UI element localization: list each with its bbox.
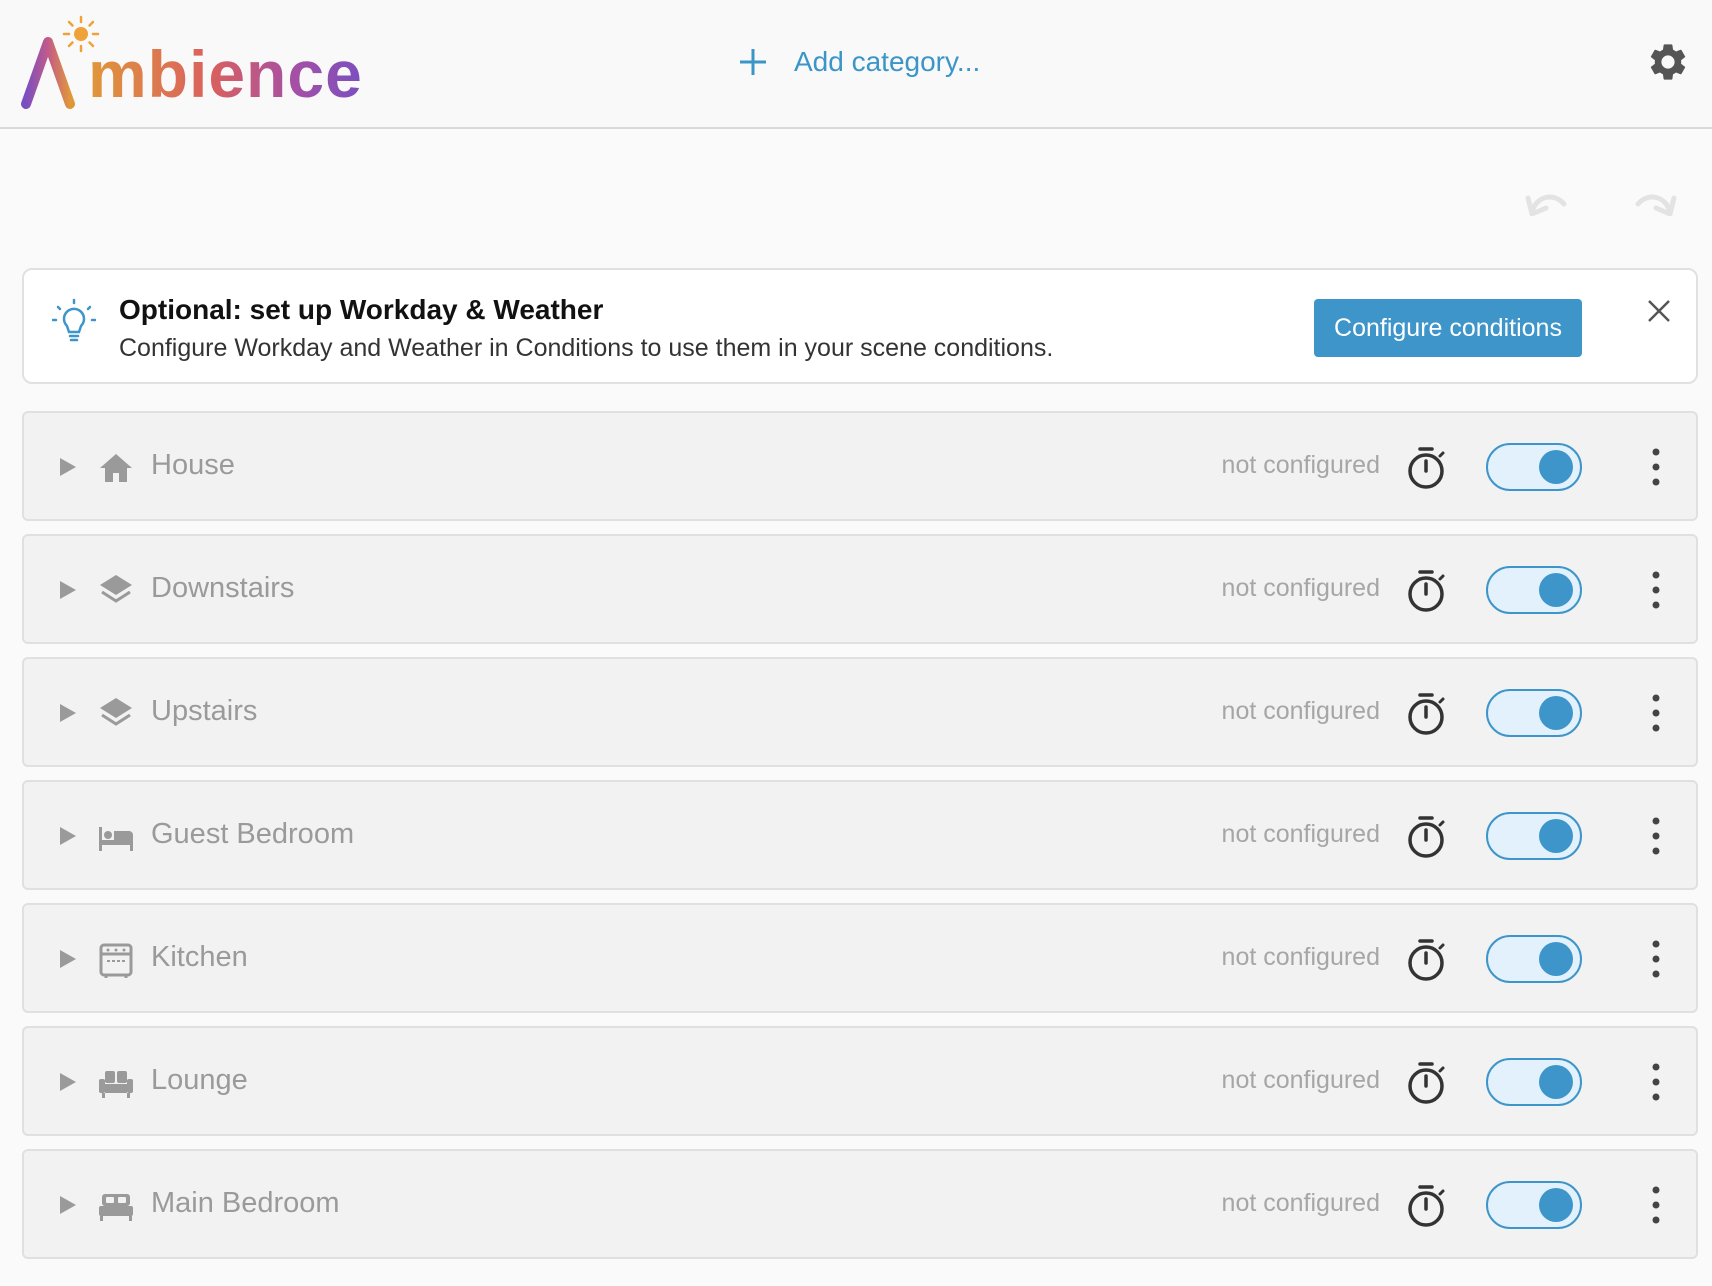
category-enable-toggle[interactable]	[1486, 1058, 1582, 1106]
category-enable-toggle[interactable]	[1486, 689, 1582, 737]
add-category-button[interactable]: Add category...	[738, 40, 980, 84]
category-status: not configured	[1221, 697, 1380, 725]
category-row[interactable]: Main Bedroom not configured	[22, 1149, 1698, 1259]
more-vert-icon[interactable]	[1646, 812, 1666, 860]
configure-conditions-button[interactable]: Configure conditions	[1314, 299, 1582, 357]
category-name: Main Bedroom	[151, 1187, 340, 1219]
toggle-knob	[1539, 1188, 1573, 1222]
top-bar: mbience Add category...	[0, 0, 1712, 129]
expand-caret-icon[interactable]	[56, 948, 78, 970]
more-vert-icon[interactable]	[1646, 689, 1666, 737]
timer-icon[interactable]	[1404, 1183, 1448, 1229]
category-row[interactable]: Upstairs not configured	[22, 657, 1698, 767]
category-row[interactable]: Downstairs not configured	[22, 534, 1698, 644]
lightbulb-icon	[52, 298, 96, 342]
more-vert-icon[interactable]	[1646, 1181, 1666, 1229]
sofa-icon	[99, 1071, 133, 1098]
more-vert-icon[interactable]	[1646, 566, 1666, 614]
close-icon[interactable]	[1644, 296, 1674, 326]
stove-icon	[99, 943, 133, 978]
category-status: not configured	[1221, 574, 1380, 602]
toggle-knob	[1539, 450, 1573, 484]
expand-caret-icon[interactable]	[56, 1194, 78, 1216]
timer-icon[interactable]	[1404, 568, 1448, 614]
category-status: not configured	[1221, 1066, 1380, 1094]
expand-caret-icon[interactable]	[56, 825, 78, 847]
category-name: Guest Bedroom	[151, 818, 355, 850]
redo-icon[interactable]	[1630, 186, 1678, 216]
category-row[interactable]: Kitchen not configured	[22, 903, 1698, 1013]
toggle-knob	[1539, 819, 1573, 853]
layers-icon	[100, 575, 132, 603]
category-enable-toggle[interactable]	[1486, 566, 1582, 614]
add-category-label: Add category...	[794, 46, 981, 77]
double-bed-icon	[99, 1194, 133, 1221]
category-name: Upstairs	[151, 695, 258, 727]
category-status: not configured	[1221, 943, 1380, 971]
more-vert-icon[interactable]	[1646, 935, 1666, 983]
logo-text: mbience	[88, 34, 363, 114]
category-enable-toggle[interactable]	[1486, 812, 1582, 860]
bed-icon	[99, 827, 133, 851]
category-status: not configured	[1221, 820, 1380, 848]
expand-caret-icon[interactable]	[56, 1071, 78, 1093]
category-enable-toggle[interactable]	[1486, 443, 1582, 491]
category-name: Downstairs	[151, 572, 295, 604]
more-vert-icon[interactable]	[1646, 1058, 1666, 1106]
timer-icon[interactable]	[1404, 937, 1448, 983]
plus-icon	[740, 49, 766, 75]
toggle-knob	[1539, 573, 1573, 607]
more-vert-icon[interactable]	[1646, 443, 1666, 491]
category-name: House	[151, 449, 235, 481]
undo-icon[interactable]	[1524, 186, 1572, 216]
expand-caret-icon[interactable]	[56, 702, 78, 724]
category-enable-toggle[interactable]	[1486, 1181, 1582, 1229]
banner-description: Configure Workday and Weather in Conditi…	[119, 334, 1054, 362]
timer-icon[interactable]	[1404, 691, 1448, 737]
category-enable-toggle[interactable]	[1486, 935, 1582, 983]
toggle-knob	[1539, 696, 1573, 730]
gear-icon[interactable]	[1646, 40, 1690, 84]
category-status: not configured	[1221, 451, 1380, 479]
logo-letter-a	[21, 37, 75, 109]
category-name: Lounge	[151, 1064, 248, 1096]
banner-title: Optional: set up Workday & Weather	[119, 294, 604, 325]
category-row[interactable]: Lounge not configured	[22, 1026, 1698, 1136]
expand-caret-icon[interactable]	[56, 456, 78, 478]
category-name: Kitchen	[151, 941, 248, 973]
category-row[interactable]: Guest Bedroom not configured	[22, 780, 1698, 890]
timer-icon[interactable]	[1404, 445, 1448, 491]
layers-icon	[100, 698, 132, 726]
home-icon	[100, 454, 132, 482]
toggle-knob	[1539, 1065, 1573, 1099]
toggle-knob	[1539, 942, 1573, 976]
timer-icon[interactable]	[1404, 1060, 1448, 1106]
app-logo: mbience	[20, 14, 380, 114]
category-status: not configured	[1221, 1189, 1380, 1217]
setup-banner: Optional: set up Workday & Weather Confi…	[22, 268, 1698, 384]
expand-caret-icon[interactable]	[56, 579, 78, 601]
timer-icon[interactable]	[1404, 814, 1448, 860]
category-row[interactable]: House not configured	[22, 411, 1698, 521]
